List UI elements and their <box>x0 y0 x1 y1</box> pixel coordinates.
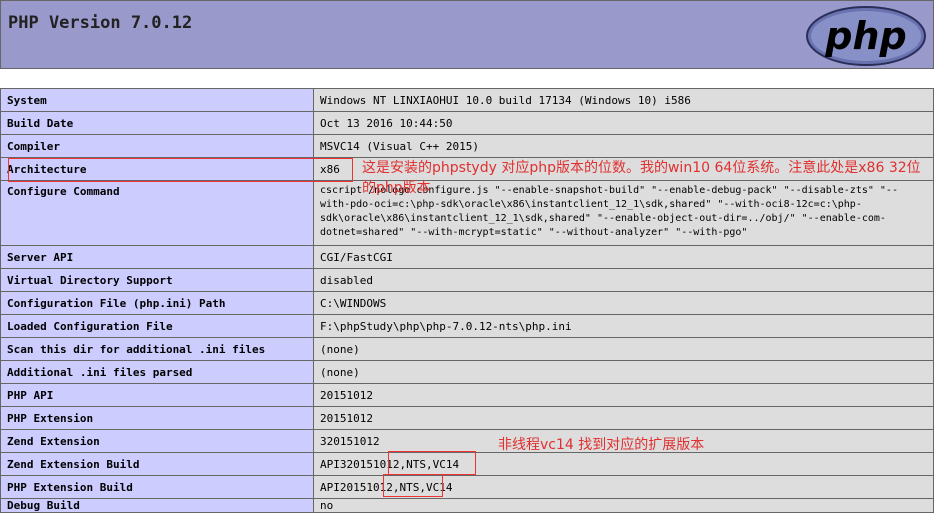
table-row: Zend Extension Build API320151012,NTS,VC1… <box>0 452 934 476</box>
row-label: PHP Extension Build <box>0 475 314 499</box>
row-label: Configure Command <box>0 180 314 246</box>
row-value: Oct 13 2016 10:44:50 <box>313 111 934 135</box>
table-row: Compiler MSVC14 (Visual C++ 2015) <box>0 134 934 158</box>
row-label: System <box>0 88 314 112</box>
row-value: 20151012 <box>313 406 934 430</box>
row-value: C:\WINDOWS <box>313 291 934 315</box>
row-label: PHP API <box>0 383 314 407</box>
row-label: Configuration File (php.ini) Path <box>0 291 314 315</box>
row-label: Architecture <box>0 157 314 181</box>
row-label: Loaded Configuration File <box>0 314 314 338</box>
row-value: API320151012,NTS,VC14 <box>313 452 934 476</box>
table-row: PHP Extension 20151012 <box>0 406 934 430</box>
table-row: Loaded Configuration File F:\phpStudy\php… <box>0 314 934 338</box>
row-label: Zend Extension Build <box>0 452 314 476</box>
row-label: Build Date <box>0 111 314 135</box>
row-label: Zend Extension <box>0 429 314 453</box>
row-label: PHP Extension <box>0 406 314 430</box>
build-note: 非线程vc14 找到对应的扩展版本 <box>498 437 705 453</box>
row-value: disabled <box>313 268 934 292</box>
table-row: Zend Extension 320151012 <box>0 429 934 453</box>
php-logo: php <box>806 6 926 66</box>
table-row: PHP API 20151012 <box>0 383 934 407</box>
row-label: Compiler <box>0 134 314 158</box>
page-header: PHP Version 7.0.12 php <box>0 0 934 69</box>
table-row: Server API CGI/FastCGI <box>0 245 934 269</box>
table-row: System Windows NT LINXIAOHUI 10.0 build 1… <box>0 88 934 112</box>
row-value: 20151012 <box>313 383 934 407</box>
table-row: Scan this dir for additional .ini files(… <box>0 337 934 361</box>
table-row: PHP Extension Build API20151012,NTS,VC14 <box>0 475 934 499</box>
row-value: (none) <box>313 360 934 384</box>
architecture-note: 这是安装的phpstydy 对应php版本的位数。我的win10 64位系统。注… <box>362 160 921 196</box>
row-value: Windows NT LINXIAOHUI 10.0 build 17134 (… <box>313 88 934 112</box>
row-label: Scan this dir for additional .ini files <box>0 337 314 361</box>
table-row: Build Date Oct 13 2016 10:44:50 <box>0 111 934 135</box>
page-title: PHP Version 7.0.12 <box>8 13 193 33</box>
table-row: Additional .ini files parsed (none) <box>0 360 934 384</box>
row-value: MSVC14 (Visual C++ 2015) <box>313 134 934 158</box>
row-label: Server API <box>0 245 314 269</box>
info-table: System Windows NT LINXIAOHUI 10.0 build 1… <box>0 88 934 513</box>
table-row: Configuration File (php.ini) Path C:\WIND… <box>0 291 934 315</box>
row-value: CGI/FastCGI <box>313 245 934 269</box>
row-value: (none) <box>313 337 934 361</box>
table-row: Virtual Directory Support disabled <box>0 268 934 292</box>
row-label: Virtual Directory Support <box>0 268 314 292</box>
php-logo-text: php <box>824 14 906 58</box>
row-label: Additional .ini files parsed <box>0 360 314 384</box>
row-value: F:\phpStudy\php\php-7.0.12-nts\php.ini <box>313 314 934 338</box>
row-value: API20151012,NTS,VC14 <box>313 475 934 499</box>
